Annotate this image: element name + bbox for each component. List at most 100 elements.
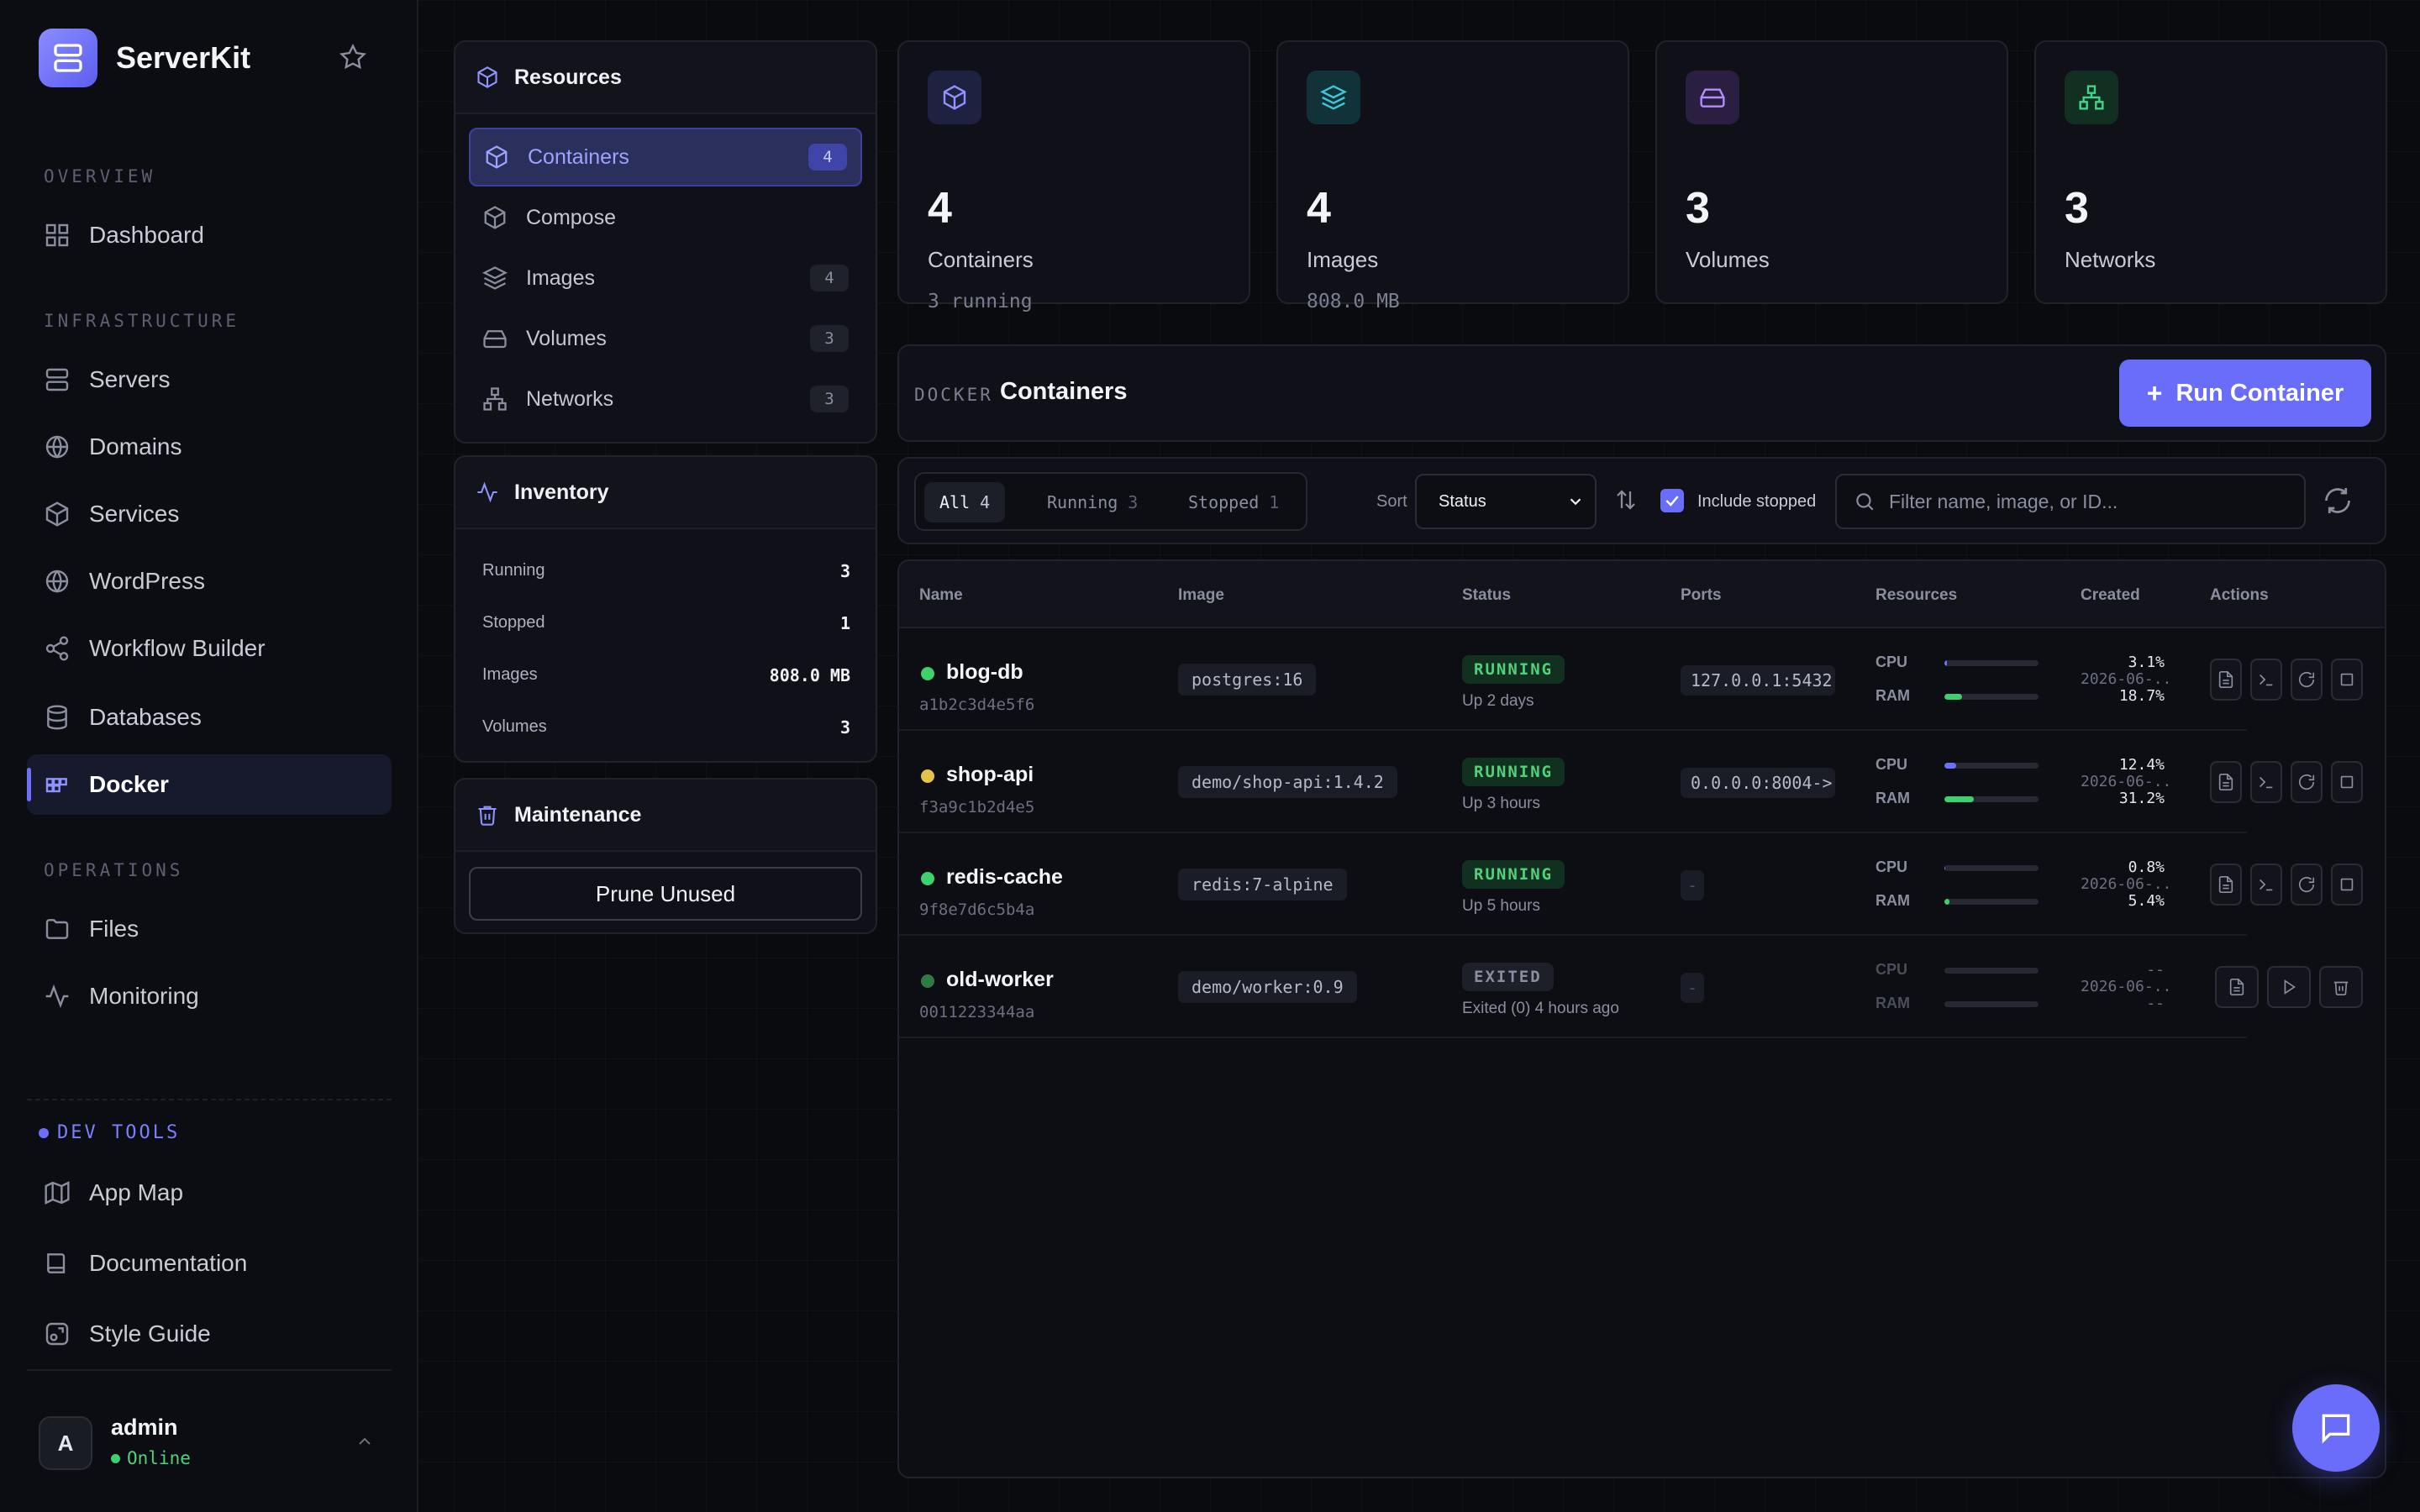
- section-label-operations: OPERATIONS: [44, 860, 184, 880]
- container-name[interactable]: old-worker: [946, 968, 1054, 992]
- stat-card-networks[interactable]: 3 Networks: [2034, 40, 2387, 304]
- resources-header: Resources: [455, 42, 876, 114]
- column-header-name[interactable]: Name: [919, 586, 963, 605]
- container-name[interactable]: redis-cache: [946, 865, 1063, 890]
- file-text-icon: [2229, 979, 2244, 995]
- logs-button[interactable]: [2210, 659, 2242, 701]
- sidebar-item-domains[interactable]: Domains: [27, 417, 392, 477]
- sidebar-item-wordpress[interactable]: WordPress: [27, 551, 392, 612]
- sort-direction-icon[interactable]: [1613, 487, 1639, 512]
- sidebar-item-services[interactable]: Services: [27, 484, 392, 544]
- resource-item-volumes[interactable]: Volumes 3: [469, 309, 862, 368]
- ram-percent: 31.2%: [2081, 790, 2165, 807]
- search-icon: [1856, 493, 1874, 511]
- container-name[interactable]: shop-api: [946, 763, 1034, 787]
- containers-table: Name Image Status Ports Resources Create…: [897, 559, 2386, 1478]
- status-dot: [921, 974, 934, 988]
- container-name[interactable]: blog-db: [946, 660, 1023, 685]
- user-profile[interactable]: A admin Online: [27, 1369, 392, 1512]
- server-icon: [45, 368, 69, 391]
- created-date: 2026-06-...: [2081, 978, 2173, 995]
- filter-label: Running: [1047, 492, 1118, 512]
- sidebar-item-app-map[interactable]: App Map: [27, 1163, 392, 1223]
- uptime: Up 2 days: [1462, 692, 1534, 710]
- star-icon[interactable]: [339, 44, 366, 71]
- chevron-up-icon[interactable]: [355, 1431, 375, 1452]
- inventory-title: Inventory: [514, 480, 609, 504]
- sidebar-item-files[interactable]: Files: [27, 899, 392, 959]
- resource-item-compose[interactable]: Compose: [469, 188, 862, 247]
- terminal-button[interactable]: [2250, 761, 2282, 803]
- sidebar-item-style-guide[interactable]: Style Guide: [27, 1304, 392, 1364]
- status-badge: EXITED: [1462, 963, 1554, 991]
- user-status-label: Online: [127, 1448, 191, 1468]
- include-stopped-checkbox[interactable]: [1660, 489, 1684, 512]
- column-header-resources[interactable]: Resources: [1876, 586, 1957, 605]
- stop-button[interactable]: [2331, 761, 2363, 803]
- status-badge: RUNNING: [1462, 758, 1565, 786]
- filter-stopped[interactable]: Stopped 1: [1173, 482, 1294, 522]
- section-label-dev-tools: DEV TOOLS: [39, 1122, 180, 1143]
- refresh-icon[interactable]: [2323, 486, 2353, 516]
- table-row[interactable]: old-worker 0011223344aa demo/worker:0.9 …: [899, 936, 2363, 1038]
- logs-button[interactable]: [2210, 864, 2242, 906]
- sidebar-item-documentation[interactable]: Documentation: [27, 1233, 392, 1294]
- stat-card-images[interactable]: 4 Images 808.0 MB: [1276, 40, 1629, 312]
- stop-icon: [2340, 878, 2354, 891]
- search-box[interactable]: [1835, 474, 2306, 529]
- stat-value: 3: [1686, 184, 1710, 233]
- column-header-status[interactable]: Status: [1462, 586, 1511, 605]
- ram-bar-fill: [1944, 694, 1962, 700]
- filter-count: 1: [1269, 492, 1280, 512]
- restart-button[interactable]: [2291, 761, 2323, 803]
- terminal-button[interactable]: [2250, 864, 2282, 906]
- prune-unused-button[interactable]: Prune Unused: [469, 867, 862, 921]
- file-text-icon: [2218, 876, 2233, 893]
- stop-button[interactable]: [2331, 659, 2363, 701]
- search-input[interactable]: [1889, 490, 2292, 513]
- sidebar-item-servers[interactable]: Servers: [27, 349, 392, 410]
- table-row[interactable]: shop-api f3a9c1b2d4e5 demo/shop-api:1.4.…: [899, 731, 2363, 833]
- cpu-bar-fill: [1944, 660, 1948, 666]
- uptime: Up 3 hours: [1462, 795, 1540, 812]
- resource-item-images[interactable]: Images 4: [469, 249, 862, 307]
- column-header-ports[interactable]: Ports: [1681, 586, 1722, 605]
- terminal-button[interactable]: [2250, 659, 2282, 701]
- brand-name: ServerKit: [116, 40, 251, 75]
- sidebar-item-dashboard[interactable]: Dashboard: [27, 205, 392, 265]
- column-header-image[interactable]: Image: [1178, 586, 1224, 605]
- sidebar-item-label: App Map: [89, 1179, 184, 1205]
- restart-button[interactable]: [2291, 864, 2323, 906]
- table-row[interactable]: blog-db a1b2c3d4e5f6 postgres:16 RUNNING…: [899, 628, 2363, 731]
- chat-button[interactable]: [2292, 1384, 2380, 1472]
- cpu-percent: 0.8%: [2081, 858, 2165, 876]
- delete-button[interactable]: [2319, 966, 2363, 1008]
- filter-all[interactable]: All 4: [924, 482, 1006, 522]
- resource-item-networks[interactable]: Networks 3: [469, 370, 862, 428]
- sort-select[interactable]: Status: [1415, 474, 1597, 529]
- activity-icon: [477, 481, 497, 503]
- sidebar-item-docker[interactable]: Docker: [27, 754, 392, 815]
- sidebar-item-workflow-builder[interactable]: Workflow Builder: [27, 618, 392, 679]
- stat-sub: 3 running: [928, 291, 1033, 312]
- run-container-button[interactable]: + Run Container: [2119, 360, 2371, 427]
- ram-bar: [1944, 899, 2039, 905]
- logs-button[interactable]: [2215, 966, 2259, 1008]
- logs-button[interactable]: [2210, 761, 2242, 803]
- resource-item-containers[interactable]: Containers 4: [469, 128, 862, 186]
- stat-card-volumes[interactable]: 3 Volumes: [1655, 40, 2008, 304]
- column-header-created[interactable]: Created: [2081, 586, 2140, 605]
- sidebar-item-monitoring[interactable]: Monitoring: [27, 966, 392, 1026]
- stop-button[interactable]: [2331, 864, 2363, 906]
- sidebar-item-label: Databases: [89, 704, 202, 730]
- start-button[interactable]: [2267, 966, 2311, 1008]
- sidebar-item-databases[interactable]: Databases: [27, 687, 392, 748]
- filter-running[interactable]: Running 3: [1032, 482, 1153, 522]
- breadcrumb: DOCKER: [914, 385, 993, 405]
- count-badge: 4: [810, 265, 849, 291]
- stat-card-containers[interactable]: 4 Containers 3 running: [897, 40, 1250, 312]
- brand[interactable]: ServerKit: [39, 29, 250, 87]
- restart-button[interactable]: [2291, 659, 2323, 701]
- network-icon: [483, 387, 507, 411]
- table-row[interactable]: redis-cache 9f8e7d6c5b4a redis:7-alpine …: [899, 833, 2363, 936]
